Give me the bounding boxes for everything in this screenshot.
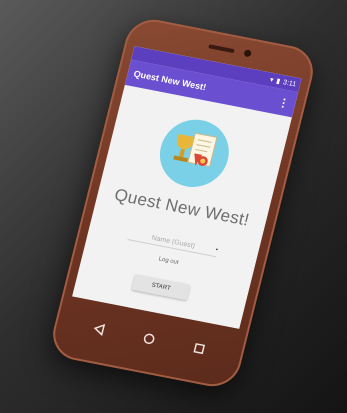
quest-logo-icon [152,113,237,193]
app-screen: ▾ ▮ 3:11 Quest New West! ⋮ Quest New Wes… [72,46,302,329]
more-vert-icon[interactable]: ⋮ [277,95,291,110]
quest-logo-graphic [173,132,218,167]
front-camera [243,49,252,58]
start-button[interactable]: START [131,274,191,301]
wifi-icon: ▾ [269,76,275,85]
recents-icon[interactable] [182,332,216,365]
speaker-grille [208,44,235,54]
back-icon[interactable] [82,313,116,346]
phone-device: ▾ ▮ 3:11 Quest New West! ⋮ Quest New Wes… [47,15,319,391]
status-time: 3:11 [282,78,297,88]
battery-icon: ▮ [275,77,281,86]
text-cursor-icon: ▪ [214,247,219,254]
main-content: Quest New West! ▪ Log out START [72,85,292,329]
home-icon[interactable] [132,323,166,356]
app-name-heading: Quest New West! [112,185,252,230]
